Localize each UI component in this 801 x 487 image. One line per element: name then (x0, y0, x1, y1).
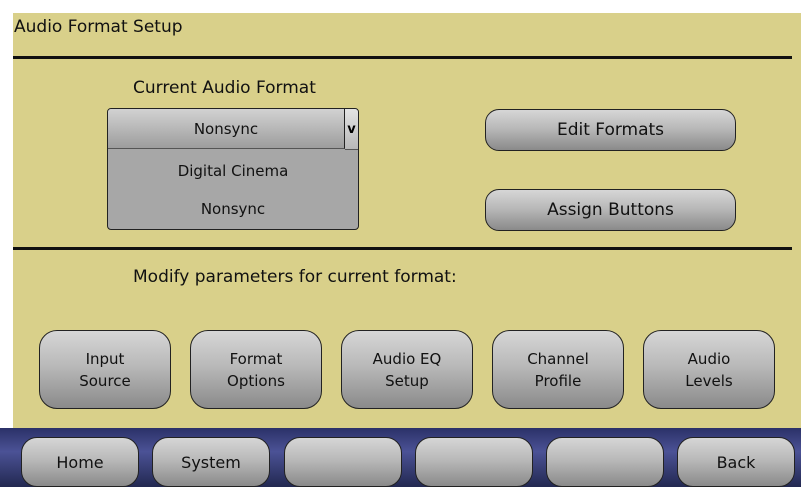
edit-formats-button[interactable]: Edit Formats (485, 109, 736, 151)
input-source-label-1: Input (85, 349, 125, 368)
format-option-nonsync[interactable]: Nonsync (108, 191, 358, 227)
page-title: Audio Format Setup (14, 17, 183, 37)
header-divider (13, 56, 792, 59)
chevron-down-icon[interactable]: v (345, 109, 358, 150)
channel-profile-label-1: Channel (527, 349, 589, 368)
format-option-digital-cinema[interactable]: Digital Cinema (108, 153, 358, 189)
current-format-heading: Current Audio Format (133, 78, 316, 98)
input-source-label-2: Source (79, 371, 131, 390)
nav-blank-button-3[interactable] (546, 437, 664, 487)
format-dropdown-selected[interactable]: Nonsync (108, 109, 345, 149)
format-options-button[interactable]: Format Options (190, 330, 322, 409)
assign-buttons-button[interactable]: Assign Buttons (485, 189, 736, 231)
audio-eq-setup-button[interactable]: Audio EQ Setup (341, 330, 473, 409)
system-button[interactable]: System (152, 437, 270, 487)
format-options-label-2: Options (227, 371, 285, 390)
audio-eq-setup-label-1: Audio EQ (372, 349, 442, 368)
modify-heading: Modify parameters for current format: (133, 267, 457, 287)
nav-blank-button-2[interactable] (415, 437, 533, 487)
back-button[interactable]: Back (677, 437, 795, 487)
channel-profile-label-2: Profile (534, 371, 582, 390)
input-source-button[interactable]: Input Source (39, 330, 171, 409)
audio-levels-label-2: Levels (685, 371, 733, 390)
format-dropdown[interactable]: Nonsync v Digital Cinema Nonsync (107, 108, 359, 230)
nav-blank-button-1[interactable] (284, 437, 402, 487)
section-divider (13, 247, 792, 250)
audio-levels-button[interactable]: Audio Levels (643, 330, 775, 409)
format-options-label-1: Format (229, 349, 283, 368)
home-button[interactable]: Home (21, 437, 139, 487)
audio-eq-setup-label-2: Setup (385, 371, 429, 390)
channel-profile-button[interactable]: Channel Profile (492, 330, 624, 409)
audio-levels-label-1: Audio (687, 349, 731, 368)
